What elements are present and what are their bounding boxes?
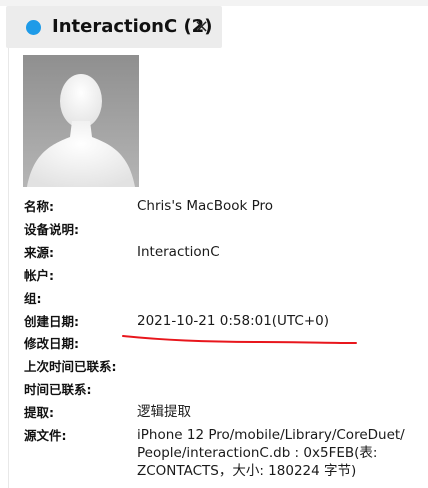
value-extraction: 逻辑提取 [137,404,191,420]
value-source-file-line-3: ZCONTACTS，大小: 180224 字节) [137,463,357,479]
red-underline-annotation [122,335,357,344]
label-extraction: 提取: [24,405,54,420]
label-name: 名称: [24,199,54,214]
label-source: 来源: [24,245,54,260]
label-last-time-contacted: 上次时间已联系: [24,359,117,374]
value-created-date: 2021-10-21 0:58:01(UTC+0) [137,313,329,329]
value-source-file-line-1: iPhone 12 Pro/mobile/Library/CoreDuet/ [137,427,405,443]
label-source-file: 源文件: [24,428,67,443]
label-created-date: 创建日期: [24,314,79,329]
value-name: Chris's MacBook Pro [137,198,274,214]
label-device-description: 设备说明: [24,222,79,237]
value-source: InteractionC [137,244,220,260]
label-time-contacted: 时间已联系: [24,382,92,397]
properties-panel: 名称: Chris's MacBook Pro 设备说明: 来源: Intera… [0,0,428,488]
label-modified-date: 修改日期: [24,336,79,351]
label-account: 帐户: [24,268,54,283]
label-group: 组: [24,291,42,306]
value-source-file-line-2: People/interactionC.db : 0x5FEB(表: [137,445,378,461]
